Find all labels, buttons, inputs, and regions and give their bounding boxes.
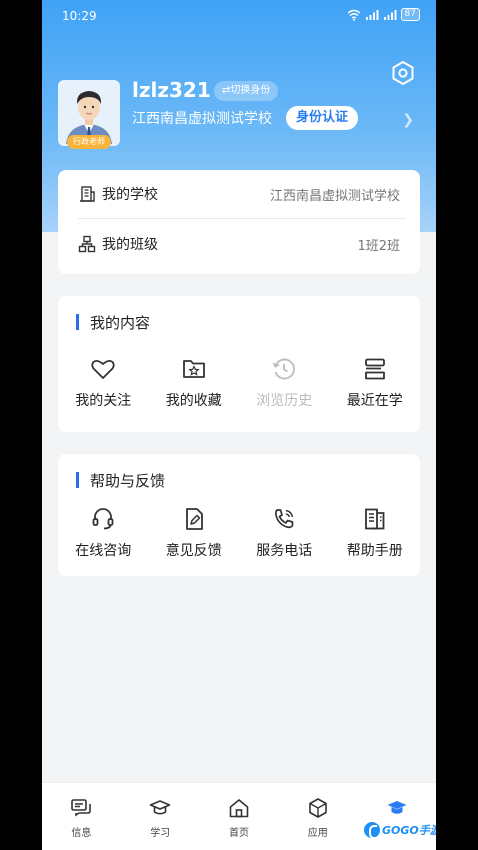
stack-icon — [364, 358, 385, 380]
tab-apps[interactable]: 应用 — [278, 783, 357, 850]
feedback-label: 意见反馈 — [165, 543, 222, 559]
profile-screen: 10:29 87 行政老师 lzlz321 ⇄切换身份 江西南昌虚拟测试学校 身… — [42, 0, 436, 850]
my-school-value: 江西南昌虚拟测试学校 — [269, 188, 400, 204]
my-follows-label: 我的关注 — [75, 393, 132, 409]
help-grid: 在线咨询 意见反馈 服务电话 帮助手册 — [58, 506, 420, 560]
building-icon — [80, 186, 95, 202]
my-follows-item[interactable]: 我的关注 — [58, 356, 149, 410]
my-school-label: 我的学校 — [102, 187, 158, 203]
tab-label: 信息 — [71, 828, 92, 839]
heart-icon — [91, 359, 115, 379]
tab-label: 应用 — [307, 828, 328, 839]
browse-history-label: 浏览历史 — [256, 393, 313, 409]
status-bar: 10:29 87 — [42, 0, 436, 32]
feedback-item[interactable]: 意见反馈 — [149, 506, 240, 560]
status-icons: 87 — [347, 8, 420, 21]
settings-icon[interactable] — [390, 60, 416, 86]
signal-icon — [365, 9, 379, 20]
help-feedback-card: 帮助与反馈 在线咨询 意见反馈 服务电话 帮助手册 — [58, 454, 420, 576]
my-favorites-item[interactable]: 我的收藏 — [149, 356, 240, 410]
service-phone-label: 服务电话 — [256, 543, 313, 559]
recent-learning-label: 最近在学 — [346, 393, 403, 409]
username: lzlz321 — [132, 78, 211, 102]
help-feedback-title: 帮助与反馈 — [76, 470, 165, 491]
graduation-cap-icon — [149, 800, 171, 815]
role-badge: 行政老师 — [67, 135, 111, 149]
recent-learning-item[interactable]: 最近在学 — [330, 356, 421, 410]
headset-icon — [92, 508, 114, 530]
tab-label: 首页 — [228, 828, 249, 839]
switch-identity-button[interactable]: ⇄切换身份 — [214, 81, 279, 101]
help-manual-item[interactable]: 帮助手册 — [330, 506, 421, 560]
book-icon — [364, 508, 385, 530]
tab-home[interactable]: 首页 — [200, 783, 279, 850]
watermark-icon — [364, 822, 380, 839]
my-class-value: 1班2班 — [357, 238, 400, 254]
my-favorites-label: 我的收藏 — [165, 393, 222, 409]
profile-school-name: 江西南昌虚拟测试学校 — [132, 111, 272, 127]
my-class-label: 我的班级 — [102, 237, 158, 253]
my-content-card: 我的内容 我的关注 我的收藏 浏览历史 最近在学 — [58, 296, 420, 432]
my-class-row[interactable]: 我的班级 1班2班 — [78, 220, 400, 268]
tab-messages[interactable]: 信息 — [42, 783, 121, 850]
online-consult-label: 在线咨询 — [75, 543, 132, 559]
watermark-logo: GOGO手游网 — [360, 818, 436, 842]
identity-auth-button[interactable]: 身份认证 — [286, 106, 359, 130]
my-content-grid: 我的关注 我的收藏 浏览历史 最近在学 — [58, 356, 420, 410]
status-time: 10:29 — [62, 9, 97, 23]
cube-icon — [308, 798, 327, 818]
history-icon — [272, 358, 296, 380]
online-consult-item[interactable]: 在线咨询 — [58, 506, 149, 560]
wifi-icon — [347, 9, 360, 21]
phone-icon — [275, 509, 294, 529]
my-content-title: 我的内容 — [76, 312, 150, 333]
battery-indicator: 87 — [400, 8, 420, 21]
org-chart-icon — [78, 235, 96, 253]
chat-icon — [71, 799, 92, 817]
service-phone-item[interactable]: 服务电话 — [239, 506, 330, 560]
school-info-card: 我的学校 江西南昌虚拟测试学校 我的班级 1班2班 — [58, 170, 420, 274]
signal-icon — [383, 9, 397, 20]
browse-history-item[interactable]: 浏览历史 — [239, 356, 330, 410]
help-manual-label: 帮助手册 — [346, 543, 403, 559]
watermark-text: GOGO手游网 — [382, 824, 436, 837]
graduation-cap-icon — [387, 801, 407, 814]
home-icon — [229, 799, 249, 818]
my-school-row[interactable]: 我的学校 江西南昌虚拟测试学校 — [78, 170, 400, 218]
chevron-right-icon[interactable]: ❯ — [402, 112, 414, 128]
edit-doc-icon — [185, 508, 203, 530]
tab-learning[interactable]: 学习 — [121, 783, 200, 850]
divider — [78, 218, 406, 219]
tab-label: 学习 — [150, 828, 171, 839]
folder-star-icon — [182, 360, 205, 378]
